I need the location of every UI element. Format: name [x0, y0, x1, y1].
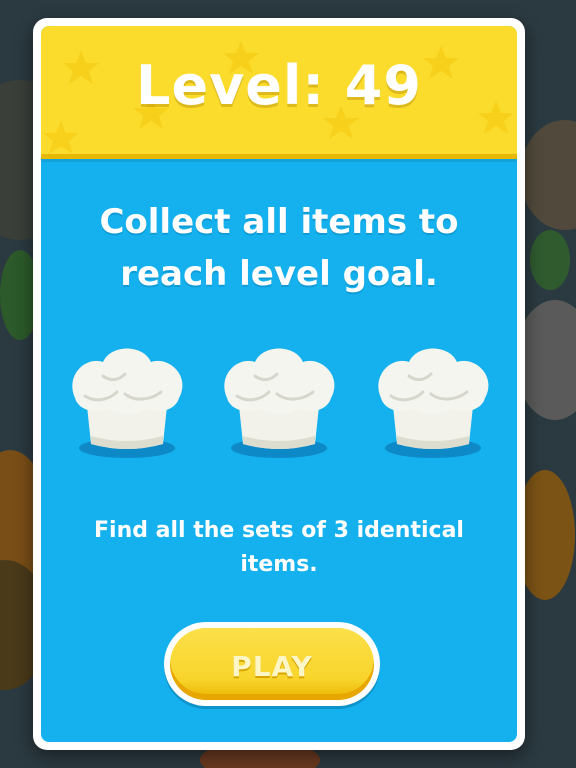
- background-vegetable: [530, 230, 570, 290]
- level-header: Level: 49: [41, 26, 517, 159]
- background-plate: [520, 120, 576, 230]
- goal-item: [361, 336, 505, 476]
- level-title: Level: 49: [136, 54, 422, 117]
- goal-items-row: [41, 336, 517, 476]
- chef-hat-icon: [224, 348, 335, 458]
- chef-hat-icon: [378, 348, 489, 458]
- goal-item: [55, 336, 199, 476]
- play-button[interactable]: PLAY: [164, 622, 380, 706]
- goal-item: [207, 336, 351, 476]
- play-button-label: PLAY: [231, 650, 313, 683]
- play-button-face[interactable]: PLAY: [170, 628, 374, 700]
- goal-description: Collect all items to reach level goal.: [99, 202, 459, 294]
- hint-description: Find all the sets of 3 identical items.: [94, 518, 464, 577]
- chef-hat-icon: [72, 348, 183, 458]
